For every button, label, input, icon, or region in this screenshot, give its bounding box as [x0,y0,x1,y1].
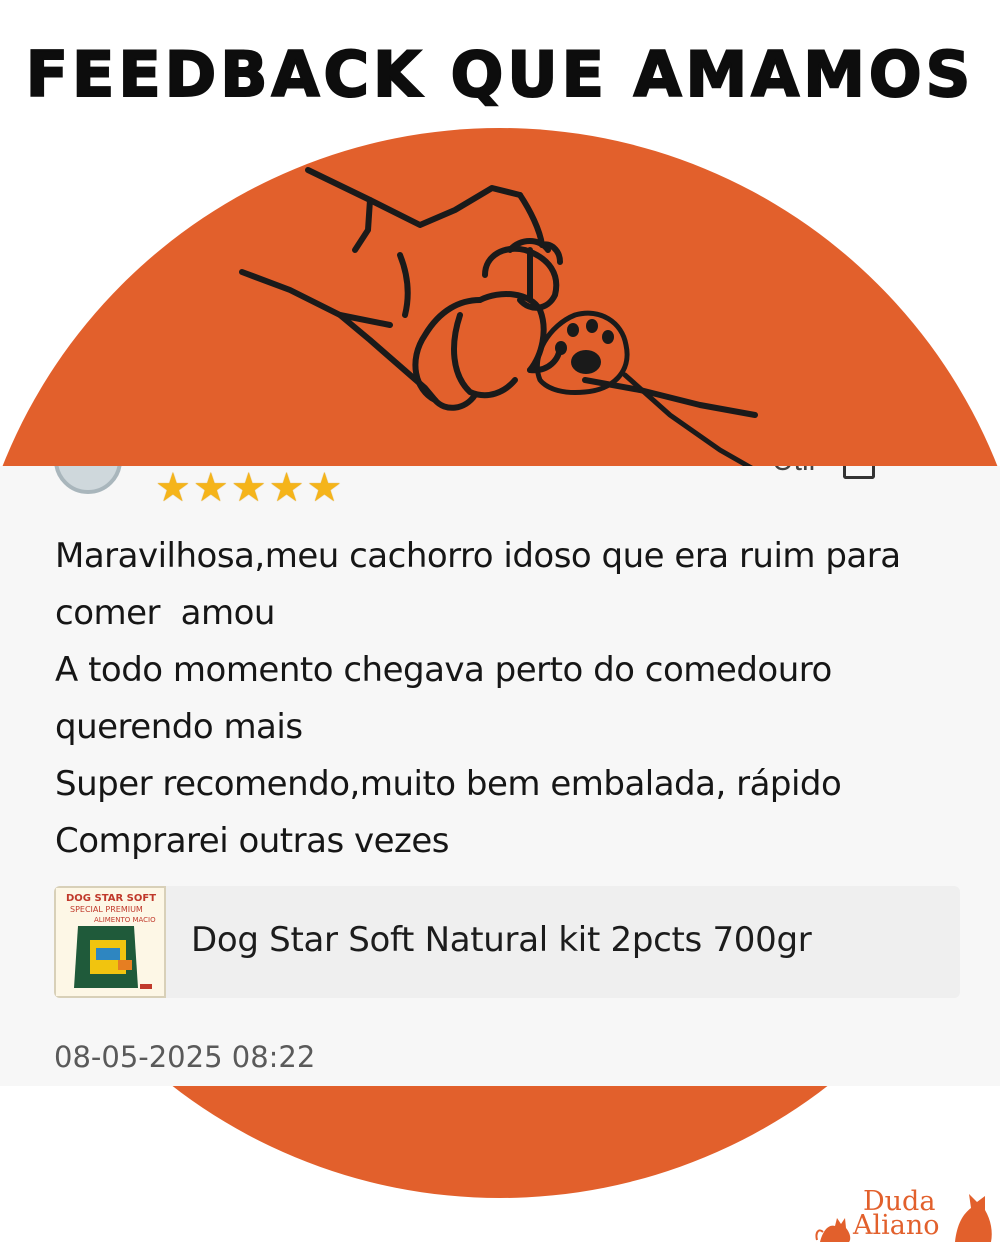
review-line: Comprarei outras vezes [55,821,450,861]
review-line: Maravilhosa,meu cachorro idoso que era r… [55,536,901,576]
review-card: Útil ★ ★ ★ ★ ★ Maravilhosa,meu cachorro … [0,466,1000,1086]
page-title: FEEDBACK QUE AMAMOS [25,37,975,112]
review-text: Maravilhosa,meu cachorro idoso que era r… [55,528,955,870]
thumbnail-subtitle-text: SPECIAL PREMIUM [70,905,143,914]
review-line: A todo momento chegava perto do comedour… [55,650,832,690]
product-name: Dog Star Soft Natural kit 2pcts 700gr [191,920,812,960]
product-link[interactable]: DOG STAR SOFT SPECIAL PREMIUM ALIMENTO M… [54,886,960,998]
helpful-label[interactable]: Útil [772,466,815,478]
star-icon: ★ [155,466,191,511]
brand-logo: Duda Aliano [815,1180,995,1245]
thumbnail-brand-text: DOG STAR SOFT [66,893,156,904]
review-line: Super recomendo,muito bem embalada, rápi… [55,764,842,804]
star-icon: ★ [268,466,305,511]
product-thumbnail: DOG STAR SOFT SPECIAL PREMIUM ALIMENTO M… [54,886,166,998]
logo-line2: Aliano [853,1210,940,1241]
star-icon: ★ [306,466,343,511]
review-date: 08-05-2025 08:22 [54,1040,316,1074]
review-line: comer amou [55,593,275,633]
star-icon: ★ [192,466,229,511]
thumbnail-type-text: ALIMENTO MACIO [94,916,156,924]
thumbs-up-icon[interactable] [843,466,875,479]
review-line: querendo mais [55,707,303,747]
star-rating: ★ ★ ★ ★ ★ [155,468,342,508]
fist-paw-bump-illustration [239,167,758,473]
star-icon: ★ [230,466,267,511]
product-package-image: DOG STAR SOFT SPECIAL PREMIUM ALIMENTO M… [66,893,156,989]
